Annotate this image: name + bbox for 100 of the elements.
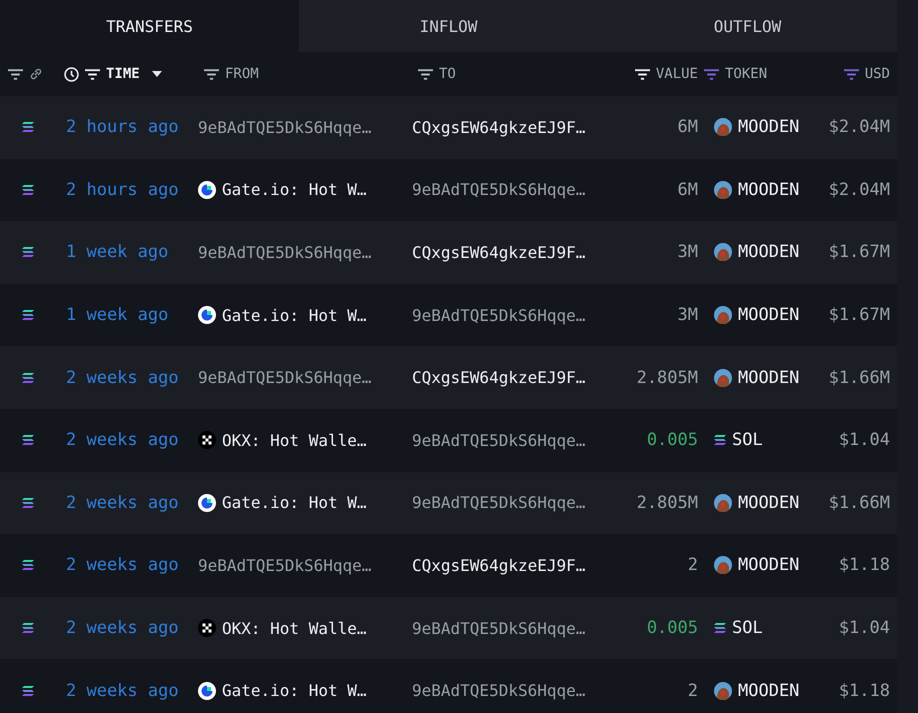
- token-avatar-icon: [714, 556, 732, 574]
- value-text: 2: [688, 680, 698, 701]
- token-avatar-icon: [714, 682, 732, 700]
- solana-icon: [22, 623, 34, 634]
- address-link[interactable]: Gate.io: Hot W…: [222, 681, 366, 700]
- time-link[interactable]: 2 weeks ago: [66, 555, 179, 576]
- time-link[interactable]: 2 weeks ago: [66, 680, 179, 701]
- exchange-logo-icon: [198, 494, 216, 512]
- link-icon[interactable]: [29, 67, 43, 81]
- address-link[interactable]: 9eBAdTQE5DkS6Hqqe…: [198, 118, 372, 137]
- address-link[interactable]: Gate.io: Hot W…: [222, 493, 366, 512]
- usd-text: $1.18: [838, 680, 890, 701]
- token-link[interactable]: MOODEN: [738, 305, 800, 326]
- token-link[interactable]: MOODEN: [738, 492, 800, 513]
- solana-icon: [22, 498, 34, 508]
- address-link[interactable]: CQxgsEW64gkzeEJ9F…: [412, 242, 586, 262]
- usd-text: $1.66M: [828, 492, 890, 513]
- time-link[interactable]: 2 weeks ago: [66, 368, 179, 388]
- token-avatar-icon: [714, 243, 732, 262]
- time-link[interactable]: 2 weeks ago: [66, 618, 179, 638]
- usd-text: $1.04: [838, 430, 890, 450]
- solana-icon: [22, 560, 34, 570]
- token-link[interactable]: SOL: [732, 430, 763, 450]
- address-link[interactable]: 9eBAdTQE5DkS6Hqqe…: [412, 306, 586, 325]
- solana-icon: [22, 686, 34, 696]
- token-link[interactable]: MOODEN: [738, 180, 800, 200]
- filter-icon[interactable]: [418, 68, 433, 80]
- column-header[interactable]: USD: [864, 66, 890, 82]
- token-link[interactable]: MOODEN: [738, 117, 800, 138]
- filter-icon[interactable]: [8, 68, 23, 80]
- time-link[interactable]: 2 weeks ago: [66, 492, 179, 513]
- exchange-logo-icon: [198, 619, 216, 638]
- address-link[interactable]: OKX: Hot Walle…: [222, 618, 366, 638]
- time-link[interactable]: 2 hours ago: [66, 180, 179, 200]
- usd-text: $2.04M: [828, 117, 890, 138]
- time-link[interactable]: 2 hours ago: [66, 117, 179, 138]
- solana-icon: [22, 372, 34, 383]
- solana-icon: [714, 623, 726, 634]
- token-link[interactable]: MOODEN: [738, 368, 800, 388]
- address-link[interactable]: 9eBAdTQE5DkS6Hqqe…: [412, 618, 586, 638]
- column-header[interactable]: FROM: [225, 66, 259, 82]
- address-link[interactable]: Gate.io: Hot W…: [222, 306, 366, 325]
- tab[interactable]: INFLOW: [299, 0, 598, 52]
- address-link[interactable]: 9eBAdTQE5DkS6Hqqe…: [412, 180, 586, 200]
- value-text: 0.005: [646, 430, 698, 450]
- column-header[interactable]: TIME: [106, 66, 140, 82]
- address-link[interactable]: 9eBAdTQE5DkS6Hqqe…: [412, 493, 586, 512]
- value-text: 3M: [678, 305, 698, 326]
- token-avatar-icon: [714, 118, 732, 136]
- token-avatar-icon: [714, 368, 732, 387]
- token-link[interactable]: MOODEN: [738, 242, 800, 262]
- token-avatar-icon: [714, 306, 732, 324]
- exchange-logo-icon: [198, 431, 216, 450]
- value-text: 6M: [678, 180, 698, 200]
- time-link[interactable]: 1 week ago: [66, 242, 168, 262]
- usd-text: $1.67M: [828, 242, 890, 262]
- usd-text: $1.04: [838, 618, 890, 638]
- tab[interactable]: OUTFLOW: [598, 0, 897, 52]
- token-avatar-icon: [714, 494, 732, 512]
- usd-text: $1.67M: [828, 305, 890, 326]
- clock-icon[interactable]: [64, 66, 79, 82]
- solana-icon: [714, 435, 726, 446]
- usd-text: $1.66M: [828, 368, 890, 388]
- address-link[interactable]: CQxgsEW64gkzeEJ9F…: [412, 118, 586, 137]
- token-link[interactable]: MOODEN: [738, 555, 800, 576]
- time-link[interactable]: 1 week ago: [66, 305, 168, 326]
- address-link[interactable]: 9eBAdTQE5DkS6Hqqe…: [198, 556, 372, 575]
- value-text: 2.805M: [636, 492, 698, 513]
- token-link[interactable]: MOODEN: [738, 680, 800, 701]
- solana-icon: [22, 184, 34, 195]
- solana-icon: [22, 247, 34, 258]
- address-link[interactable]: Gate.io: Hot W…: [222, 180, 366, 200]
- value-text: 2.805M: [636, 368, 698, 388]
- usd-text: $2.04M: [828, 180, 890, 200]
- column-header[interactable]: TOKEN: [725, 66, 768, 82]
- address-link[interactable]: 9eBAdTQE5DkS6Hqqe…: [412, 430, 586, 450]
- solana-icon: [22, 310, 34, 320]
- time-link[interactable]: 2 weeks ago: [66, 430, 179, 450]
- value-text: 0.005: [646, 618, 698, 638]
- filter-icon[interactable]: [204, 68, 219, 80]
- exchange-logo-icon: [198, 682, 216, 700]
- usd-text: $1.18: [838, 555, 890, 576]
- token-link[interactable]: SOL: [732, 618, 763, 638]
- value-text: 6M: [678, 117, 698, 138]
- address-link[interactable]: 9eBAdTQE5DkS6Hqqe…: [198, 368, 372, 388]
- exchange-logo-icon: [198, 180, 216, 199]
- address-link[interactable]: CQxgsEW64gkzeEJ9F…: [412, 556, 586, 575]
- value-text: 3M: [678, 242, 698, 262]
- exchange-logo-icon: [198, 306, 216, 324]
- address-link[interactable]: 9eBAdTQE5DkS6Hqqe…: [412, 681, 586, 700]
- address-link[interactable]: 9eBAdTQE5DkS6Hqqe…: [198, 242, 372, 262]
- token-avatar-icon: [714, 180, 732, 199]
- solana-icon: [22, 435, 34, 446]
- column-header[interactable]: TO: [439, 66, 456, 82]
- solana-icon: [22, 122, 34, 132]
- address-link[interactable]: OKX: Hot Walle…: [222, 430, 366, 450]
- address-link[interactable]: CQxgsEW64gkzeEJ9F…: [412, 368, 586, 388]
- sort-descending-icon[interactable]: [152, 71, 162, 77]
- value-text: 2: [688, 555, 698, 576]
- column-header[interactable]: VALUE: [656, 66, 698, 82]
